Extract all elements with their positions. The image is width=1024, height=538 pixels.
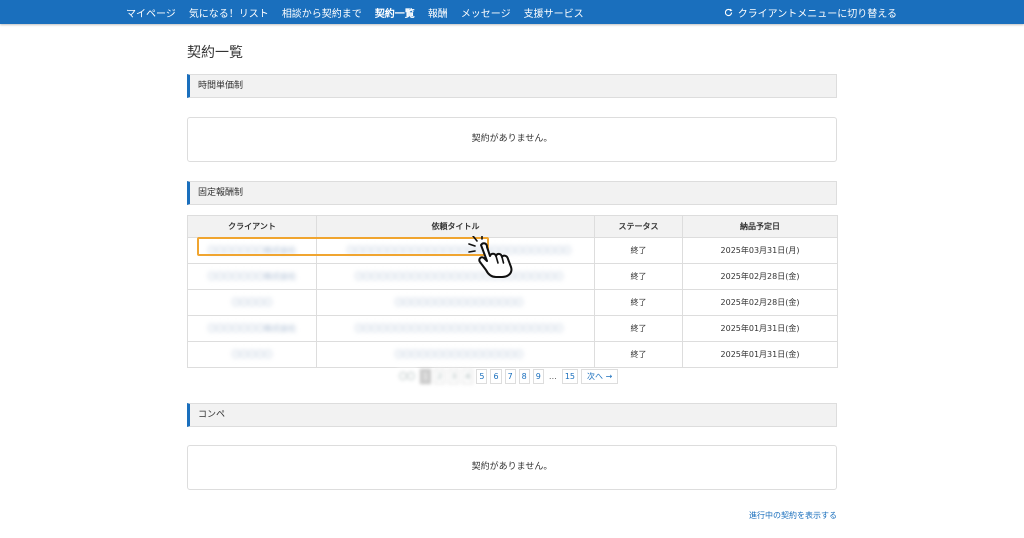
competition-empty-message: 契約がありません。: [187, 445, 837, 490]
client-cell[interactable]: 〇〇〇〇〇: [187, 289, 317, 316]
status-cell: 終了: [594, 289, 683, 316]
column-header-client: クライアント: [187, 215, 317, 238]
table-row: 〇〇〇〇〇〇〇株式会社 〇〇〇〇〇〇〇〇〇〇〇〇〇〇〇〇〇〇〇〇〇〇〇〇〇〇 終…: [187, 315, 838, 342]
date-cell: 2025年01月31日(金): [682, 315, 838, 342]
nav-items: マイページ 気になる！リスト 相談から契約まで 契約一覧 報酬 メッセージ 支援…: [126, 0, 597, 24]
title-cell[interactable]: 〇〇〇〇〇〇〇〇〇〇〇〇〇〇〇〇〇〇〇〇〇〇〇〇〇〇: [316, 263, 595, 290]
pagination-prev[interactable]: 〇〇: [397, 369, 417, 384]
status-cell: 終了: [594, 237, 683, 264]
request-title-link[interactable]: 〇〇〇〇〇〇〇〇〇〇〇〇〇〇〇〇: [395, 297, 523, 308]
nav-item-contract-list[interactable]: 契約一覧: [375, 5, 415, 20]
table-row: 〇〇〇〇〇 〇〇〇〇〇〇〇〇〇〇〇〇〇〇〇〇 終了 2025年02月28日(金): [187, 289, 838, 316]
pagination-current-page[interactable]: 1: [420, 369, 432, 384]
date-cell: 2025年03月31日(月): [682, 237, 838, 264]
status-cell: 終了: [594, 315, 683, 342]
section-header-fixed: 固定報酬制: [187, 181, 837, 205]
status-cell: 終了: [594, 263, 683, 290]
section-header-hourly: 時間単価制: [187, 74, 837, 98]
pagination-page[interactable]: 9: [532, 369, 544, 384]
page-title: 契約一覧: [187, 45, 243, 61]
date-cell: 2025年02月28日(金): [682, 289, 838, 316]
pagination-page[interactable]: 3: [448, 369, 460, 384]
table-header-row: クライアント 依頼タイトル ステータス 納品予定日: [187, 215, 838, 238]
title-cell[interactable]: 〇〇〇〇〇〇〇〇〇〇〇〇〇〇〇〇: [316, 289, 595, 316]
nav-item-mypage[interactable]: マイページ: [126, 5, 176, 20]
client-name[interactable]: 〇〇〇〇〇: [232, 297, 272, 308]
status-cell: 終了: [594, 341, 683, 368]
nav-item-rewards[interactable]: 報酬: [428, 5, 448, 20]
top-nav-bar: マイページ 気になる！リスト 相談から契約まで 契約一覧 報酬 メッセージ 支援…: [0, 0, 1024, 24]
pagination-page[interactable]: 6: [490, 369, 502, 384]
nav-item-messages[interactable]: メッセージ: [461, 5, 511, 20]
column-header-status: ステータス: [594, 215, 683, 238]
pagination-page[interactable]: 4: [462, 369, 474, 384]
title-cell[interactable]: 〇〇〇〇〇〇〇〇〇〇〇〇〇〇〇〇: [316, 341, 595, 368]
pagination: 〇〇 1 2 3 4 5 6 7 8 9 … 15 次へ →: [397, 369, 621, 384]
pagination-page[interactable]: 7: [504, 369, 516, 384]
date-cell: 2025年01月31日(金): [682, 341, 838, 368]
column-header-request-title: 依頼タイトル: [316, 215, 595, 238]
pagination-next-button[interactable]: 次へ →: [581, 369, 619, 384]
switch-to-client-menu-link[interactable]: クライアントメニューに切り替える: [724, 0, 897, 24]
table-row: 〇〇〇〇〇 〇〇〇〇〇〇〇〇〇〇〇〇〇〇〇〇 終了 2025年01月31日(金): [187, 341, 838, 368]
pagination-ellipsis: …: [546, 369, 559, 384]
request-title-link[interactable]: 〇〇〇〇〇〇〇〇〇〇〇〇〇〇〇〇〇〇〇〇〇〇〇〇〇〇: [355, 323, 563, 334]
request-title-link[interactable]: 〇〇〇〇〇〇〇〇〇〇〇〇〇〇〇〇〇〇〇〇〇〇〇〇〇〇: [355, 271, 563, 282]
pagination-page[interactable]: 8: [518, 369, 530, 384]
section-header-competition: コンペ: [187, 403, 837, 427]
pagination-page[interactable]: 5: [476, 369, 488, 384]
refresh-icon: [724, 8, 733, 16]
client-cell[interactable]: 〇〇〇〇〇〇〇株式会社: [187, 315, 317, 342]
pagination-page[interactable]: 2: [434, 369, 446, 384]
nav-item-support-services[interactable]: 支援サービス: [524, 5, 584, 20]
nav-item-watchlist[interactable]: 気になる！リスト: [189, 5, 269, 20]
title-cell[interactable]: 〇〇〇〇〇〇〇〇〇〇〇〇〇〇〇〇〇〇〇〇〇〇〇〇〇〇: [316, 315, 595, 342]
client-name[interactable]: 〇〇〇〇〇〇〇株式会社: [208, 323, 296, 334]
hourly-empty-message: 契約がありません。: [187, 117, 837, 162]
date-cell: 2025年02月28日(金): [682, 263, 838, 290]
client-name[interactable]: 〇〇〇〇〇〇〇株式会社: [208, 271, 296, 282]
column-header-delivery-date: 納品予定日: [682, 215, 838, 238]
pagination-page-last[interactable]: 15: [561, 369, 579, 384]
highlight-box: [197, 237, 489, 256]
client-name[interactable]: 〇〇〇〇〇: [232, 349, 272, 360]
request-title-link[interactable]: 〇〇〇〇〇〇〇〇〇〇〇〇〇〇〇〇: [395, 349, 523, 360]
client-cell[interactable]: 〇〇〇〇〇〇〇株式会社: [187, 263, 317, 290]
show-in-progress-contracts-link[interactable]: 進行中の契約を表示する: [749, 510, 837, 521]
switch-label: クライアントメニューに切り替える: [737, 8, 897, 20]
client-cell[interactable]: 〇〇〇〇〇: [187, 341, 317, 368]
nav-item-consult-to-contract[interactable]: 相談から契約まで: [282, 5, 362, 20]
pointing-hand-cursor-icon: [468, 236, 513, 278]
